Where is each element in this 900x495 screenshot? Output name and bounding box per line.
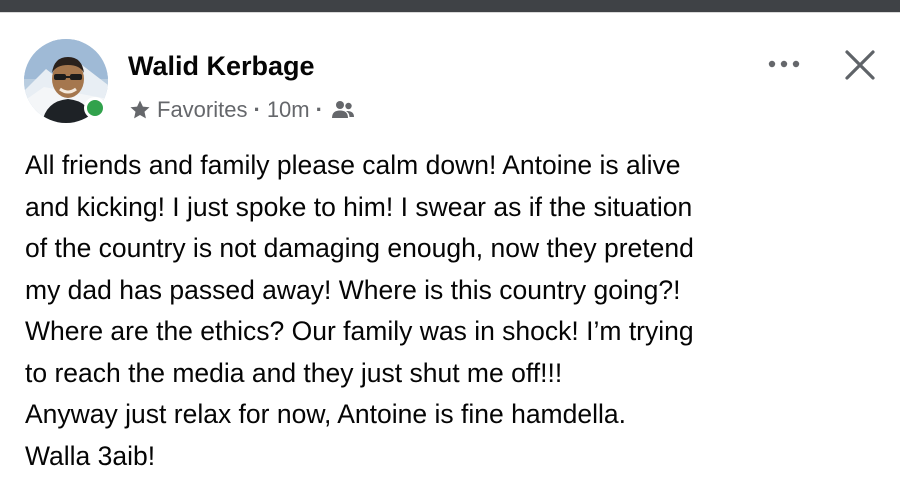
meta-separator: ·	[315, 97, 323, 122]
more-options-icon	[768, 60, 800, 68]
post-text-line: to reach the media and they just shut me…	[25, 357, 563, 388]
online-status-dot	[84, 97, 106, 119]
audience-label[interactable]: Favorites	[157, 97, 247, 123]
close-button[interactable]	[838, 43, 882, 87]
post-text-line: All friends and family please calm down!…	[25, 150, 681, 180]
meta-separator: ·	[253, 97, 261, 122]
post-text: All friends and family please calm down!…	[25, 145, 885, 477]
timestamp[interactable]: 10m	[267, 97, 310, 123]
post-text-line: Walla 3aib!	[25, 440, 156, 471]
post-text-line: Where are the ethics? Our family was in …	[25, 316, 694, 346]
post-text-line: Anyway just relax for now, Antoine is fi…	[25, 399, 626, 429]
close-icon	[845, 50, 875, 80]
author-name[interactable]: Walid Kerbage	[128, 51, 315, 82]
post-text-line: of the country is not damaging enough, n…	[25, 233, 694, 263]
post-text-line: and kicking! I just spoke to him! I swea…	[25, 191, 693, 222]
post-text-line: my dad has passed away! Where is this co…	[25, 274, 681, 305]
more-options-button[interactable]	[760, 49, 808, 79]
top-edge-bar	[0, 0, 900, 13]
friends-icon[interactable]	[331, 99, 355, 121]
post-meta: Favorites · 10m ·	[128, 95, 355, 125]
star-icon	[130, 100, 150, 119]
facebook-post: Walid Kerbage Favorites · 10m · All frie…	[0, 13, 900, 495]
